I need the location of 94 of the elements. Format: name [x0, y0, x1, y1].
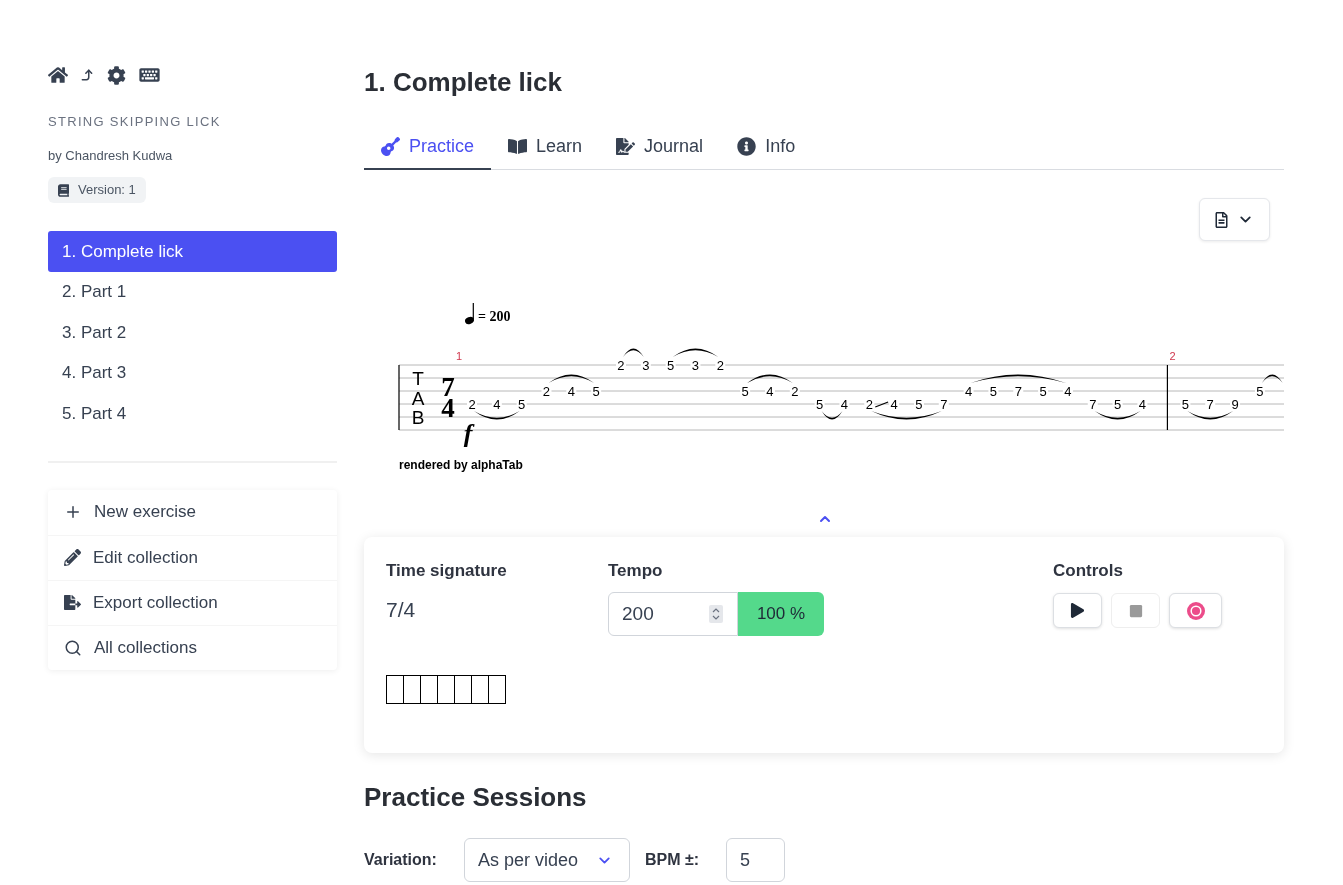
fret-number: 5	[592, 384, 600, 399]
search-icon	[64, 638, 82, 657]
slur-mark	[1261, 374, 1283, 383]
fret-number: 4	[840, 397, 849, 412]
tab[interactable]: Journal	[599, 125, 721, 170]
render-credit: rendered by alphaTab	[399, 458, 523, 472]
measure-number: 2	[1169, 350, 1176, 362]
fret-number: 4	[493, 397, 501, 412]
document-icon	[1215, 211, 1228, 228]
info-icon	[737, 137, 757, 156]
slide-mark	[874, 401, 889, 408]
fret-number: 7	[1089, 397, 1097, 412]
fret-number: 5	[518, 397, 526, 412]
dynamic-marking: f	[463, 419, 473, 448]
menu-item[interactable]: Edit collection	[93, 544, 198, 571]
play-icon	[1070, 603, 1085, 618]
document-arrow-icon	[64, 594, 81, 611]
fret-number: 4	[1138, 397, 1147, 412]
time-signature-value: 7/4	[386, 597, 416, 623]
slur-mark	[1094, 411, 1141, 420]
book-icon	[58, 183, 69, 197]
pencil-icon	[64, 549, 81, 566]
fret-number: 2	[468, 397, 476, 412]
bpm-input[interactable]: 5	[726, 838, 785, 882]
tempo-label: Tempo	[608, 560, 663, 582]
fret-number: 5	[816, 397, 824, 412]
fret-number: 5	[667, 358, 675, 373]
exercise-item[interactable]: 2. Part 1	[48, 271, 337, 312]
slur-mark	[871, 411, 942, 420]
time-signature-label: Time signature	[386, 560, 507, 582]
fret-number: 2	[617, 358, 625, 373]
guitar-icon	[381, 137, 400, 156]
tab-clef: TAB	[411, 368, 425, 428]
controls-label: Controls	[1053, 560, 1123, 582]
fret-number: 9	[1231, 397, 1239, 412]
fret-number: 4	[766, 384, 774, 399]
document-pen-icon	[616, 137, 636, 156]
record-icon	[1186, 601, 1205, 620]
home-icon[interactable]	[48, 66, 68, 84]
version-text: Version: 1	[78, 181, 136, 200]
record-button[interactable]	[1169, 593, 1222, 628]
fret-number: 2	[542, 384, 551, 399]
section-heading: Practice Sessions	[364, 781, 587, 813]
stepper-icon[interactable]	[709, 605, 723, 623]
open-book-icon	[508, 137, 528, 156]
fret-number: 4	[567, 384, 575, 399]
fret-number: 5	[915, 397, 923, 412]
fret-number: 2	[865, 397, 873, 412]
play-button[interactable]	[1053, 593, 1102, 628]
bpm-label: BPM ±:	[644, 850, 699, 870]
variation-label: Variation:	[364, 850, 437, 870]
exercise-item[interactable]: 1. Complete lick	[48, 231, 337, 272]
menu-item[interactable]: Export collection	[93, 589, 218, 616]
tempo-percentage: 100 %	[738, 592, 824, 636]
slur-mark	[623, 348, 644, 357]
fret-number: 4	[890, 397, 898, 412]
fret-number: 4	[1064, 384, 1072, 399]
collection-title: STRING SKIPPING LICK	[48, 113, 221, 131]
tempo-marking: = 200	[478, 309, 511, 324]
fret-number: 4	[965, 384, 973, 399]
tempo-input[interactable]: 200	[608, 592, 738, 636]
menu-item[interactable]: All collections	[94, 634, 197, 661]
fret-number: 5	[741, 384, 749, 399]
slur-mark	[672, 348, 719, 357]
fret-number: 7	[940, 397, 948, 412]
fret-number: 7	[1206, 397, 1214, 412]
fret-number: 5	[1256, 384, 1264, 399]
fret-number: 5	[1181, 397, 1190, 412]
fret-number: 5	[989, 384, 998, 399]
file-menu-button[interactable]	[1199, 198, 1270, 241]
author-name: by Chandresh Kudwa	[48, 147, 173, 165]
variation-select[interactable]: As per video	[463, 838, 630, 882]
plus-icon	[64, 503, 82, 521]
measure-number: 1	[456, 350, 463, 362]
fret-number: 7	[1014, 384, 1022, 399]
fret-number: 3	[642, 358, 650, 373]
menu-item[interactable]: New exercise	[94, 499, 197, 525]
settings-icon[interactable]	[107, 65, 126, 85]
exercise-item[interactable]: 3. Part 2	[48, 312, 337, 353]
tab[interactable]: Learn	[491, 125, 600, 170]
tab[interactable]: Info	[720, 125, 813, 170]
fret-number: 5	[1113, 397, 1122, 412]
tab[interactable]: Practice	[364, 125, 492, 170]
fret-number: 2	[716, 358, 724, 373]
fret-number: 5	[1039, 384, 1047, 399]
page-title: 1. Complete lick	[364, 66, 562, 99]
exercise-item[interactable]: 4. Part 3	[48, 352, 337, 393]
fret-number: 3	[691, 358, 700, 373]
keyboard-icon[interactable]	[139, 66, 160, 84]
quarter-note-icon	[465, 302, 474, 325]
exercise-item[interactable]: 5. Part 4	[48, 393, 337, 434]
fret-number: 2	[791, 384, 799, 399]
slur-mark	[821, 411, 843, 420]
stop-icon	[1128, 603, 1143, 618]
